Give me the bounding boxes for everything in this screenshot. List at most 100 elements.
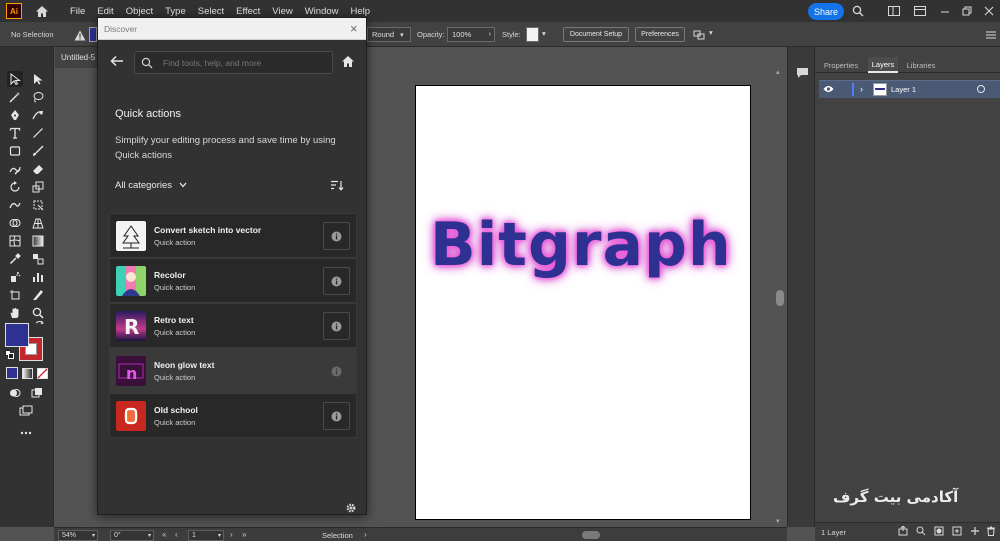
home-icon[interactable] [341,55,357,71]
sort-icon[interactable] [330,180,346,194]
menu-type[interactable]: Type [165,6,186,17]
previous-artboard-icon[interactable]: ‹ [175,530,178,539]
menu-help[interactable]: Help [351,6,371,17]
menu-file[interactable]: File [70,6,85,17]
quick-action-old-school[interactable]: Old school Quick action [109,393,357,438]
document-setup-button[interactable]: Document Setup [563,27,629,42]
back-arrow-icon[interactable] [110,55,126,71]
scroll-up-icon[interactable]: ▴ [776,68,780,76]
canvas-vertical-scrollbar[interactable]: ▴ ▾ [774,68,784,527]
arrange-dropdown-icon[interactable]: ▾ [709,28,713,37]
shape-builder-tool-icon[interactable] [7,215,23,231]
curvature-tool-icon[interactable] [30,107,46,123]
fill-color-swatch[interactable] [89,27,97,42]
zoom-level-field[interactable]: 54% ▾ [58,530,98,541]
style-dropdown-icon[interactable]: ▾ [542,29,546,38]
arrange-documents-icon[interactable] [887,4,901,18]
gear-icon[interactable] [345,502,357,514]
menu-edit[interactable]: Edit [97,6,113,17]
next-artboard-icon[interactable]: › [230,530,233,539]
screen-mode-icon[interactable] [18,403,34,419]
swap-colors-icon[interactable] [34,319,44,329]
hand-tool-icon[interactable] [7,305,23,321]
eye-icon[interactable] [823,85,834,95]
scale-tool-icon[interactable] [30,179,46,195]
chevron-right-icon[interactable]: › [860,84,863,94]
panel-menu-icon[interactable] [984,28,998,42]
quick-action-retro-text[interactable]: R Retro text Quick action [109,303,357,348]
perspective-grid-tool-icon[interactable] [30,215,46,231]
layer-row[interactable]: › Layer 1 [819,80,1000,98]
lasso-tool-icon[interactable] [30,89,46,105]
menu-select[interactable]: Select [198,6,224,17]
artboard[interactable]: Bitgraph [415,85,751,520]
menu-window[interactable]: Window [305,6,339,17]
artboard-navigation-field[interactable]: 1 ▾ [188,530,224,541]
home-icon[interactable] [34,3,50,19]
selection-tool-icon[interactable] [7,71,23,87]
info-icon[interactable] [323,357,350,385]
discover-search[interactable] [134,51,333,74]
type-tool-icon[interactable] [7,125,23,141]
direct-selection-tool-icon[interactable] [30,71,46,87]
eyedropper-tool-icon[interactable] [7,251,23,267]
menu-object[interactable]: Object [126,6,153,17]
rotation-field[interactable]: 0° ▾ [110,530,154,541]
none-mode-icon[interactable] [36,367,48,379]
document-tab[interactable]: Untitled-5 [55,47,99,68]
search-icon[interactable] [851,4,865,18]
preferences-button[interactable]: Preferences [635,27,685,42]
status-menu-icon[interactable]: › [364,530,367,539]
tab-layers[interactable]: Layers [868,57,898,73]
workspace-switcher-icon[interactable] [913,4,927,18]
delete-layer-icon[interactable] [985,525,997,537]
quick-action-neon-glow[interactable]: n Neon glow text Quick action [109,348,357,393]
layer-name[interactable]: Layer 1 [891,85,916,94]
first-artboard-icon[interactable]: « [162,530,166,539]
comments-icon[interactable] [794,65,810,81]
quick-action-convert-sketch[interactable]: Convert sketch into vector Quick action [109,213,357,258]
minimize-icon[interactable] [938,4,952,18]
info-icon[interactable] [323,402,350,430]
paintbrush-tool-icon[interactable] [30,143,46,159]
artboard-text-object[interactable]: Bitgraph [430,210,732,280]
discover-title-bar[interactable]: Discover × [98,18,366,40]
tab-libraries[interactable]: Libraries [903,57,939,73]
target-icon[interactable] [977,85,985,93]
new-sublayer-icon[interactable] [951,525,963,537]
new-layer-icon[interactable] [969,525,981,537]
info-icon[interactable] [323,312,350,340]
locate-object-icon[interactable] [915,525,927,537]
warp-tool-icon[interactable] [7,197,23,213]
menu-view[interactable]: View [272,6,292,17]
line-segment-tool-icon[interactable] [30,125,46,141]
export-icon[interactable] [897,525,909,537]
restore-icon[interactable] [960,4,974,18]
stroke-style-dropdown[interactable]: Round ▾ [367,27,411,42]
last-artboard-icon[interactable]: » [242,530,246,539]
share-button[interactable]: Share [808,3,844,20]
close-window-icon[interactable] [982,4,996,18]
symbol-sprayer-tool-icon[interactable] [7,269,23,285]
eraser-tool-icon[interactable] [30,161,46,177]
graphic-style-swatch[interactable] [526,27,539,42]
arrange-icon[interactable] [693,28,707,42]
rotate-tool-icon[interactable] [7,179,23,195]
horizontal-scrollbar-thumb[interactable] [582,531,600,539]
free-transform-tool-icon[interactable] [30,197,46,213]
opacity-field[interactable]: 100% › [447,27,495,42]
gradient-tool-icon[interactable] [30,233,46,249]
menu-effect[interactable]: Effect [236,6,260,17]
shaper-tool-icon[interactable] [7,161,23,177]
drawing-modes-icon[interactable] [7,385,23,401]
column-graph-tool-icon[interactable] [30,269,46,285]
fill-color-box-front[interactable] [5,323,29,347]
more-tools-icon[interactable] [18,425,34,441]
artboard-tool-icon[interactable] [7,287,23,303]
clipping-mask-icon[interactable] [933,525,945,537]
rectangle-tool-icon[interactable] [7,143,23,159]
close-icon[interactable]: × [350,21,358,36]
info-icon[interactable] [323,222,350,250]
mesh-tool-icon[interactable] [7,233,23,249]
magic-wand-tool-icon[interactable] [7,89,23,105]
